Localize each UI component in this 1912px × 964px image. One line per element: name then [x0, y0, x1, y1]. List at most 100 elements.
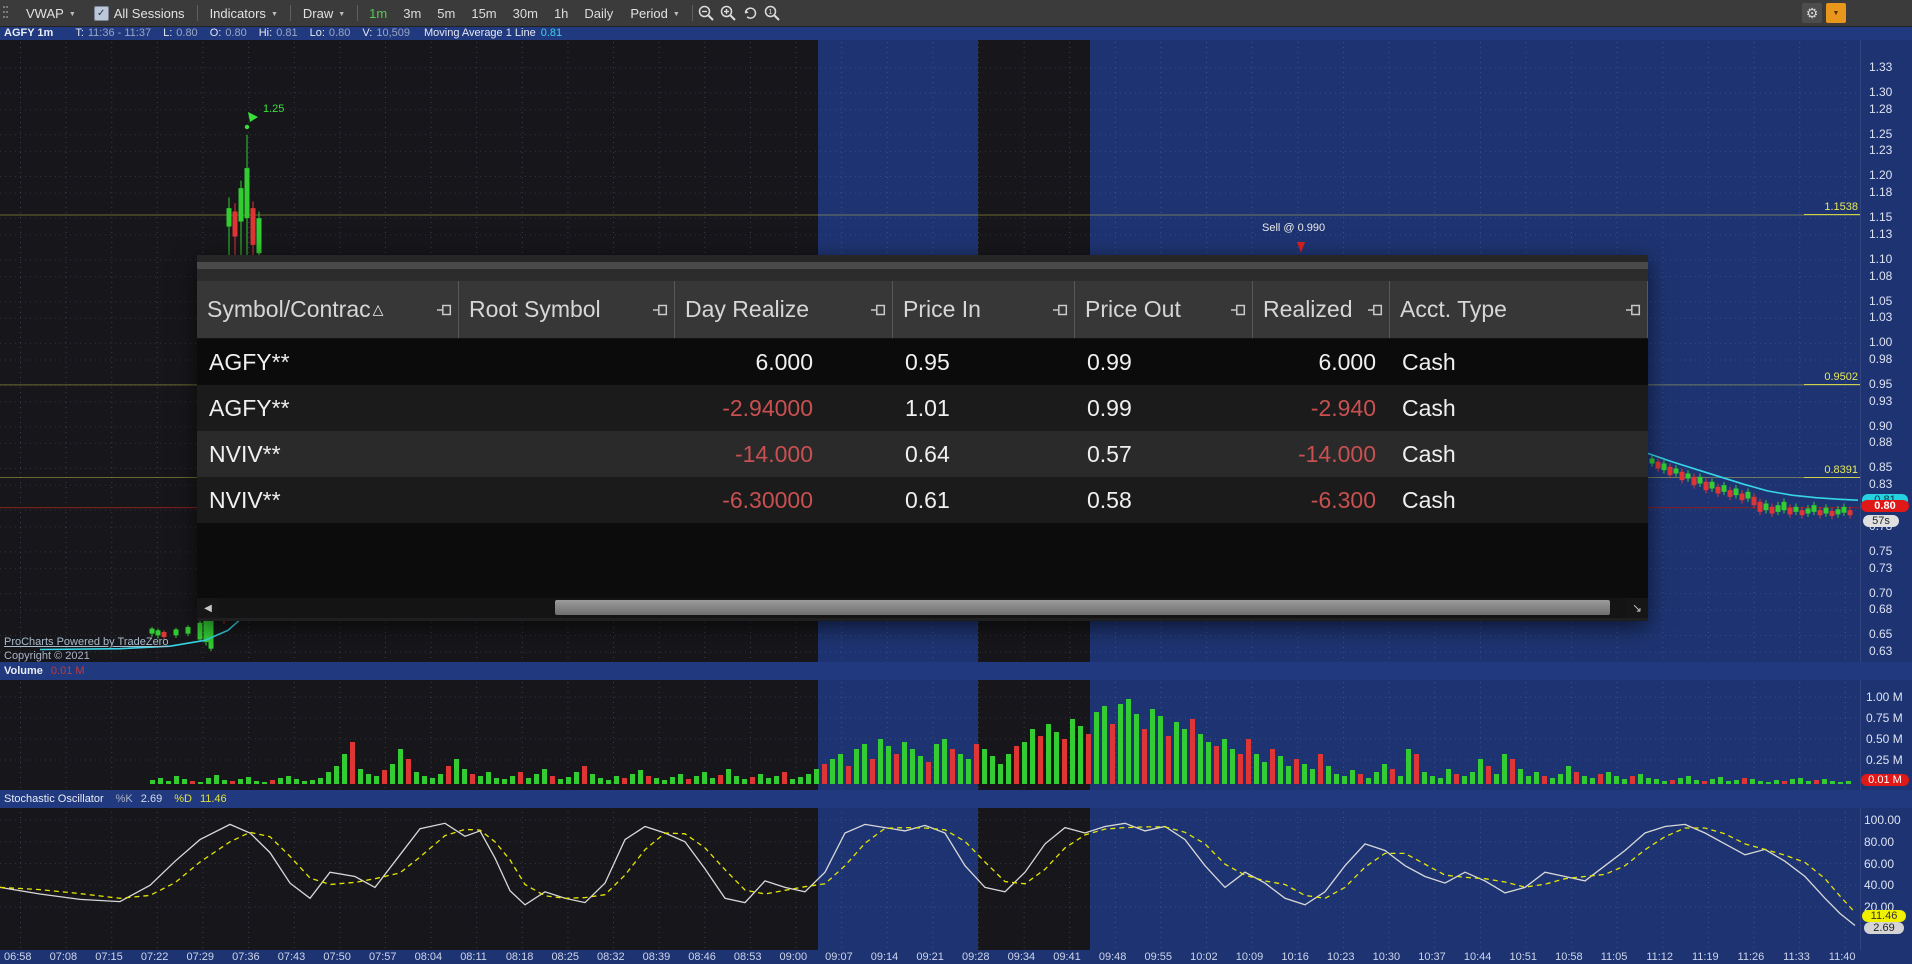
- ohlc-field-label: Lo:: [309, 27, 325, 39]
- price-label: 0.68: [1869, 602, 1893, 617]
- cell-price-in: 0.61: [905, 486, 950, 513]
- cell-price-in: 0.95: [905, 348, 950, 375]
- time-label: 07:15: [95, 951, 123, 963]
- table-row[interactable]: NVIV** -14.000 0.64 0.57 -14.000 Cash: [197, 431, 1648, 477]
- zoom-out-icon[interactable]: [696, 3, 718, 23]
- resize-grip[interactable]: ↘: [1626, 598, 1648, 618]
- column-header-price-out[interactable]: Price Out: [1075, 281, 1253, 338]
- timeframe-1m[interactable]: 1m: [361, 6, 395, 21]
- vwap-menu[interactable]: VWAP ▼: [17, 6, 85, 21]
- timeframe-3m[interactable]: 3m: [395, 6, 429, 21]
- time-axis[interactable]: 06:58 07:08 07:15 07:22 07:29 07:36 07:43 07:50…: [0, 950, 1912, 964]
- scrollbar-thumb[interactable]: [555, 600, 1610, 615]
- time-label: 08:04: [414, 951, 443, 963]
- pin-column-icon[interactable]: [653, 304, 668, 316]
- table-row[interactable]: AGFY** -2.94000 1.01 0.99 -2.940 Cash: [197, 385, 1648, 431]
- stoch-k-badge: 2.69: [1864, 922, 1904, 934]
- column-header-acct-type[interactable]: Acct. Type: [1390, 281, 1648, 338]
- chevron-down-icon: ▼: [1832, 9, 1840, 17]
- volume-axis-label: 0.50 M: [1866, 732, 1903, 746]
- period-menu[interactable]: Period ▼: [621, 6, 689, 21]
- stoch-d-label: %D: [174, 793, 192, 805]
- column-header-realized[interactable]: Realized: [1253, 281, 1390, 338]
- settings-gear-button[interactable]: ⚙: [1802, 3, 1822, 23]
- cell-realized: -2.940: [1310, 394, 1376, 421]
- menu-label: Period: [630, 5, 668, 21]
- price-label: 0.90: [1869, 418, 1893, 433]
- time-label: 08:11: [460, 951, 487, 963]
- cell-symbol-contrac: AGFY**: [209, 348, 290, 375]
- time-label: 07:57: [368, 951, 397, 963]
- time-label: 09:41: [1053, 951, 1081, 963]
- pin-column-icon[interactable]: [1626, 304, 1641, 316]
- all-sessions-toggle[interactable]: ✓ All Sessions: [85, 5, 194, 21]
- zoom-in-icon[interactable]: [718, 3, 740, 23]
- time-label: 10:16: [1281, 951, 1309, 963]
- pin-column-icon[interactable]: [1368, 304, 1383, 316]
- time-label: 09:21: [916, 951, 944, 963]
- indicators-menu[interactable]: Indicators ▼: [201, 6, 287, 21]
- time-label: 06:58: [4, 951, 32, 963]
- cell-realized: 6.000: [1318, 348, 1376, 375]
- pin-column-icon[interactable]: [1231, 304, 1246, 316]
- price-label: 0.73: [1869, 560, 1893, 575]
- table-row[interactable]: NVIV** -6.30000 0.61 0.58 -6.300 Cash: [197, 477, 1648, 523]
- zoom-reset-icon[interactable]: [740, 3, 762, 23]
- procharts-watermark-link[interactable]: ProCharts Powered by TradeZero: [4, 636, 168, 648]
- window-top-edge: [197, 255, 1648, 262]
- time-label: 11:12: [1646, 951, 1674, 963]
- timeframe-5m[interactable]: 5m: [429, 6, 463, 21]
- column-header-day-realize[interactable]: Day Realize: [675, 281, 893, 338]
- horizontal-scrollbar[interactable]: ◀ ↘: [197, 598, 1648, 618]
- indicator-level-label: 0.9502: [1804, 371, 1860, 385]
- toolbar-drag-grip[interactable]: [3, 6, 9, 20]
- timeframe-30m[interactable]: 30m: [505, 6, 546, 21]
- scroll-left-button[interactable]: ◀: [197, 598, 219, 618]
- ohlc-field-value: 0.80: [225, 27, 247, 39]
- time-label: 08:46: [688, 951, 716, 963]
- price-label: 1.10: [1869, 251, 1893, 266]
- window-drag-bar[interactable]: [197, 262, 1648, 269]
- time-label: 11:26: [1737, 951, 1765, 963]
- scrollbar-track[interactable]: [219, 598, 1626, 618]
- sell-annotation: Sell @ 0.990: [1262, 222, 1326, 234]
- pin-column-icon[interactable]: [871, 304, 886, 316]
- column-header-label: Symbol/Contrac: [207, 296, 371, 322]
- toolbar-separator: [357, 5, 359, 21]
- chevron-down-icon: ▼: [338, 10, 346, 18]
- chevron-down-icon: ▼: [672, 10, 680, 18]
- cell-symbol-contrac: AGFY**: [209, 394, 290, 421]
- high-price-annotation: 1.25: [263, 103, 285, 115]
- volume-pane-header: Volume 0.01 M: [0, 662, 1912, 680]
- price-label: 0.85: [1869, 460, 1893, 475]
- timeframe-15m[interactable]: 15m: [463, 6, 504, 21]
- checkbox-checked-icon[interactable]: ✓: [93, 5, 109, 21]
- price-label: 0.65: [1869, 627, 1893, 642]
- timeframe-1h[interactable]: 1h: [546, 6, 576, 21]
- draw-menu[interactable]: Draw ▼: [294, 6, 354, 21]
- ohlc-field-label: Hi:: [258, 27, 273, 39]
- chart-options-dropdown-button[interactable]: ▼: [1826, 3, 1846, 23]
- time-label: 09:48: [1098, 951, 1127, 963]
- ma-indicator-value: 0.81: [540, 27, 563, 39]
- column-header-label: Price In: [903, 296, 981, 322]
- volume-axis-label: 1.00 M: [1866, 690, 1903, 704]
- zoom-100-icon[interactable]: 1: [762, 3, 784, 23]
- pin-column-icon[interactable]: [1053, 304, 1068, 316]
- time-label: 09:14: [870, 951, 899, 963]
- stoch-pane-header: Stochastic Oscillator %K 2.69 %D 11.46: [0, 790, 1912, 808]
- time-label: 10:09: [1235, 951, 1264, 963]
- pin-column-icon[interactable]: [437, 304, 452, 316]
- column-header-root-symbol[interactable]: Root Symbol: [459, 281, 675, 338]
- cell-symbol-contrac: NVIV**: [209, 440, 281, 467]
- time-label: 08:32: [597, 951, 625, 963]
- timeframe-daily[interactable]: Daily: [576, 6, 621, 21]
- time-label: 08:25: [551, 951, 579, 963]
- positions-window: Symbol/Contrac △ Root Symbol Day Realize Pri…: [197, 255, 1648, 621]
- column-header-price-in[interactable]: Price In: [893, 281, 1075, 338]
- column-header-symbol-contrac[interactable]: Symbol/Contrac △: [197, 281, 459, 338]
- time-label: 10:51: [1509, 951, 1537, 963]
- stoch-k-value: 2.69: [140, 793, 163, 805]
- table-row[interactable]: AGFY** 6.000 0.95 0.99 6.000 Cash: [197, 339, 1648, 385]
- ohlc-fields: T: 11:36 - 11:37 L: 0.80 O: 0.80 Hi: 0.81 Lo: 0.8…: [63, 26, 410, 40]
